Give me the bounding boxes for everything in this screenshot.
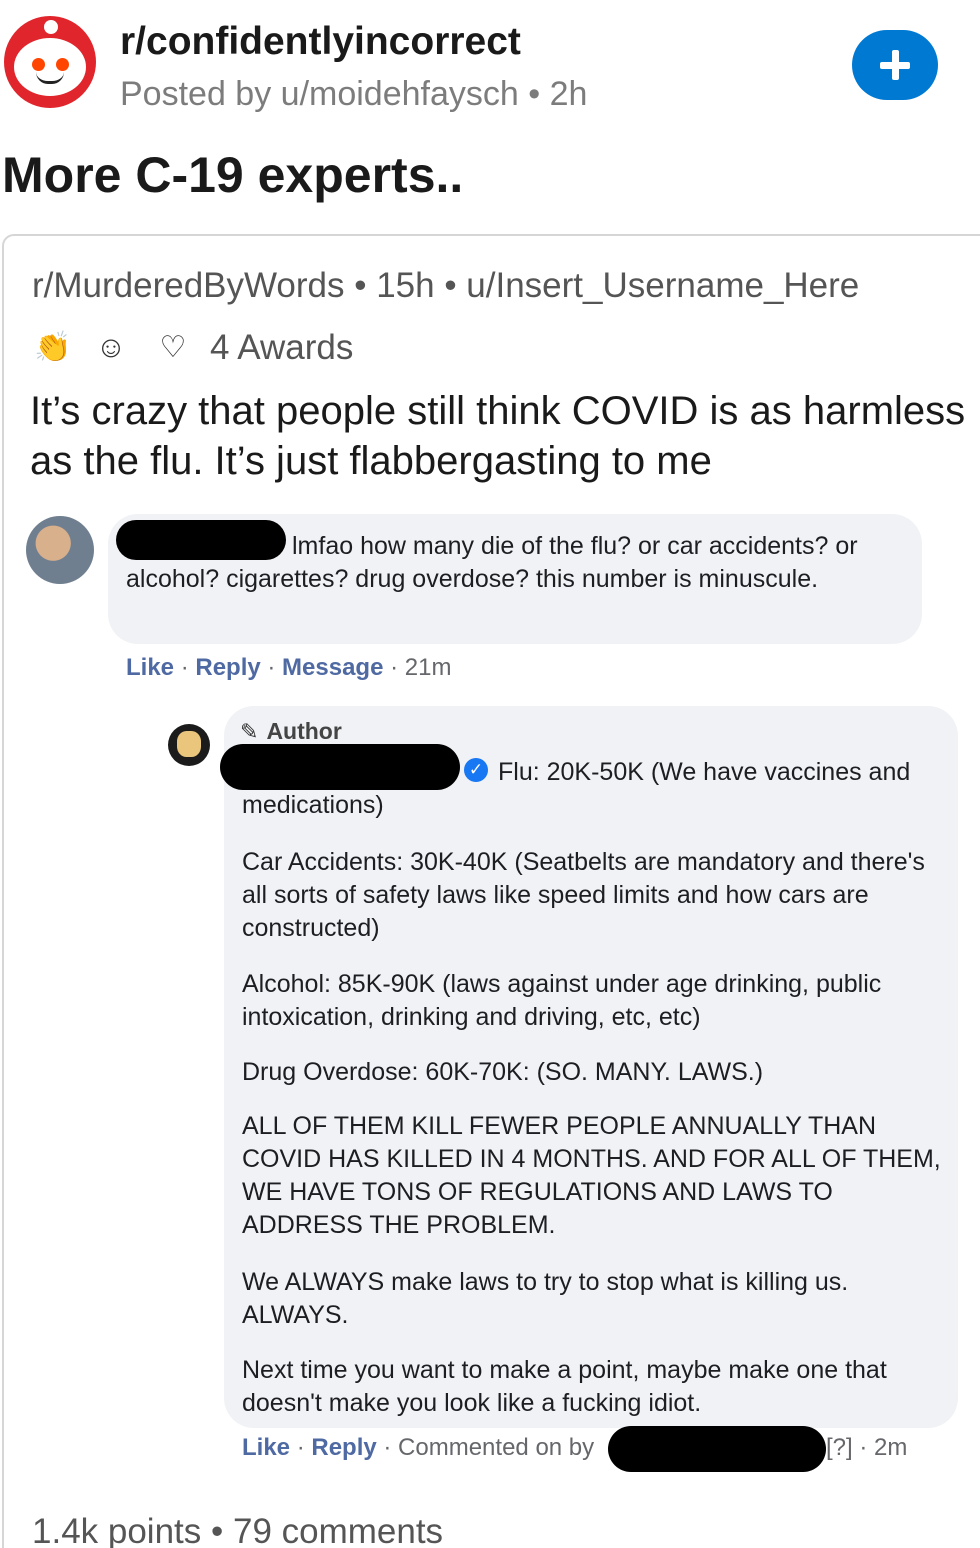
- post-header: r/confidentlyincorrect Posted by u/moide…: [0, 0, 980, 130]
- reply-link: Reply: [195, 654, 261, 681]
- left-eye: [32, 58, 45, 71]
- post-stats[interactable]: 1.4k points • 79 comments: [32, 1512, 443, 1548]
- comment-2-actions: Like · Reply · Commented on by: [242, 1434, 594, 1462]
- reply-link: Reply: [311, 1434, 377, 1461]
- comment-2-para-5: ALL OF THEM KILL FEWER PEOPLE ANNUALLY T…: [242, 1112, 941, 1239]
- crosspost-card[interactable]: r/MurderedByWords • 15h • u/Insert_Usern…: [2, 234, 980, 1548]
- posted-by[interactable]: Posted by u/moidehfaysch • 2h: [120, 75, 587, 114]
- author-badge: ✎ Author: [240, 718, 342, 745]
- pencil-icon: ✎: [240, 719, 259, 744]
- author-label: Author: [266, 718, 342, 744]
- crosspost-title[interactable]: It’s crazy that people still think COVID…: [30, 386, 970, 486]
- plus-icon-vertical: [892, 50, 899, 80]
- comment-1-text: lmfao how many die of the flu? or car ac…: [126, 532, 858, 593]
- separator: ·: [383, 654, 405, 681]
- antenna-shape: [44, 20, 58, 34]
- separator: ·: [260, 654, 283, 681]
- comment-1-actions: Like · Reply · Message · 21m: [126, 654, 451, 682]
- message-link: Message: [282, 654, 384, 681]
- post-title[interactable]: More C-19 experts..: [2, 146, 463, 204]
- comment-2-para-6: We ALWAYS make laws to try to stop what …: [242, 1268, 849, 1329]
- separator: ·: [174, 654, 196, 681]
- commenter-avatar: [26, 516, 94, 584]
- comment-2-para-1: Flu: 20K-50K (We have vaccines and medic…: [242, 758, 911, 819]
- awards-row[interactable]: 👏 ☺ ♡ 4 Awards: [32, 326, 432, 370]
- awards-count: 4 Awards: [210, 328, 354, 367]
- snoo-face: [14, 38, 86, 96]
- wholesome-award-icon: ♡: [159, 331, 187, 364]
- comment-1-time: 21m: [404, 654, 452, 681]
- comment-2-para-7: Next time you want to make a point, mayb…: [242, 1356, 887, 1417]
- author-avatar: [168, 724, 210, 766]
- right-eye: [56, 58, 69, 71]
- like-link: Like: [126, 654, 175, 681]
- mouth: [36, 72, 64, 84]
- comment-bubble-2: ✎ Author ✓ Flu: 20K-50K (We have vaccines…: [220, 706, 958, 1428]
- comment-2-para-2: Car Accidents: 30K-40K (Seatbelts are ma…: [242, 848, 925, 942]
- like-link: Like: [242, 1434, 291, 1461]
- separator: ·: [376, 1434, 399, 1461]
- separator: ·: [290, 1434, 312, 1461]
- subreddit-name[interactable]: r/confidentlyincorrect: [120, 20, 521, 64]
- subreddit-avatar[interactable]: [4, 16, 96, 108]
- comment-2-para-4: Drug Overdose: 60K-70K: (SO. MANY. LAWS.…: [242, 1058, 764, 1086]
- redacted-name: [608, 1426, 826, 1472]
- commented-on: Commented on by: [398, 1434, 595, 1461]
- snoo-award-icon: ☺: [95, 331, 127, 364]
- crosspost-meta[interactable]: r/MurderedByWords • 15h • u/Insert_Usern…: [32, 266, 859, 306]
- join-button[interactable]: [852, 30, 938, 100]
- clapping-hands-icon: 👏: [34, 331, 72, 364]
- comment-2-time: [?] · 2m: [826, 1434, 908, 1461]
- comment-bubble-1: lmfao how many die of the flu? or car ac…: [108, 514, 922, 644]
- comment-2-para-3: Alcohol: 85K-90K (laws against under age…: [242, 970, 882, 1031]
